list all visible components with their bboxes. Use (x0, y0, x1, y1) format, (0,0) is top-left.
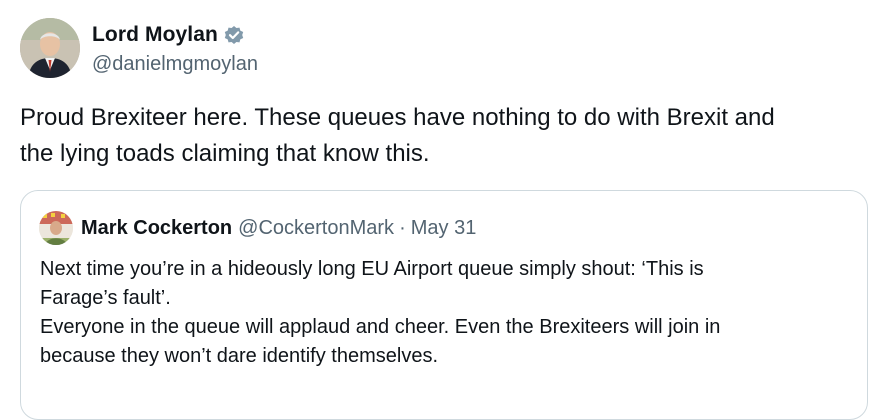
tweet-text-line: the lying toads claiming that know this. (20, 140, 430, 167)
tweet-text-line: Proud Brexiteer here. These queues have … (20, 104, 775, 131)
author-avatar-image (20, 18, 80, 78)
quoted-author-avatar[interactable] (39, 211, 73, 245)
quoted-tweet-text: Next time you’re in a hideously long EU … (40, 255, 840, 371)
quoted-text-line: Everyone in the queue will applaud and c… (40, 316, 721, 338)
quoted-tweet-date[interactable]: May 31 (411, 217, 477, 240)
quoted-tweet-header: Mark Cockerton @CockertonMark · May 31 (39, 211, 476, 245)
verified-badge-icon (223, 24, 245, 46)
author-avatar[interactable] (20, 18, 80, 78)
quoted-text-line: because they won’t dare identify themsel… (40, 345, 438, 367)
quoted-text-line: Next time you’re in a hideously long EU … (40, 258, 704, 280)
quoted-author-handle[interactable]: @CockertonMark (238, 217, 394, 240)
quoted-tweet-card[interactable]: Mark Cockerton @CockertonMark · May 31 N… (20, 190, 868, 420)
tweet-author-row: Lord Moylan @danielmgmoylan (20, 18, 258, 78)
author-display-name[interactable]: Lord Moylan (92, 23, 218, 47)
quoted-author-avatar-image (39, 211, 73, 245)
quoted-text-line: Farage’s fault’. (40, 287, 171, 309)
separator-dot: · (399, 216, 406, 239)
quoted-author-display-name[interactable]: Mark Cockerton (81, 217, 232, 240)
tweet-text: Proud Brexiteer here. These queues have … (20, 100, 870, 172)
author-handle[interactable]: @danielmgmoylan (92, 53, 258, 76)
